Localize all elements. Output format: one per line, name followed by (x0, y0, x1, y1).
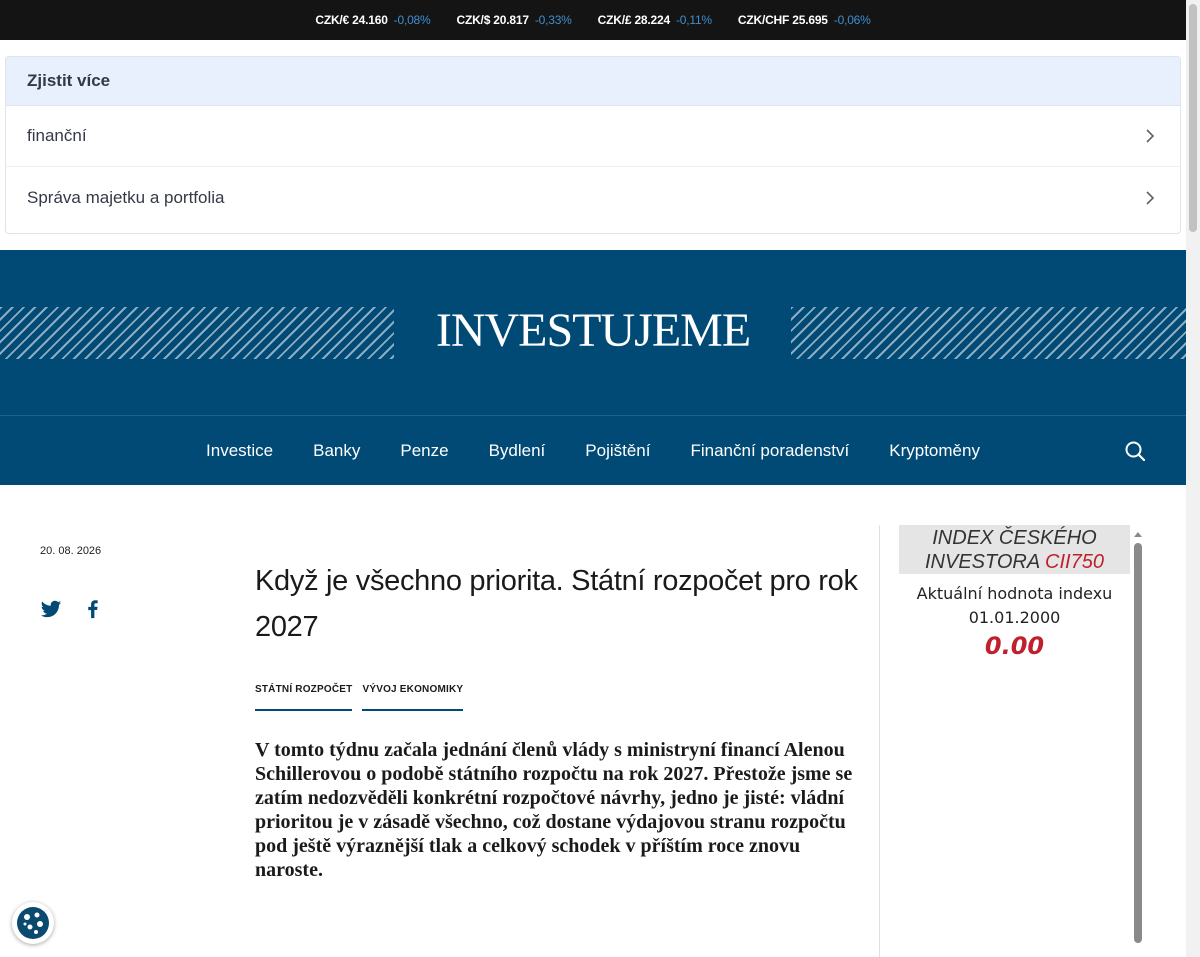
decorative-stripes (791, 307, 1186, 359)
index-widget-title: INDEX ČESKÉHO INVESTORA CII750 (899, 525, 1130, 574)
page-scrollbar-thumb[interactable] (1189, 4, 1197, 232)
ticker-item: CZK/CHF 25.695 -0,06% (738, 13, 871, 27)
index-widget-value: 0.00 (984, 632, 1045, 660)
widget-scrollbar[interactable] (1133, 529, 1143, 957)
tag-statni-rozpocet[interactable]: STÁTNÍ ROZPOČET (255, 684, 353, 711)
nav-item-bydleni[interactable]: Bydlení (489, 441, 546, 461)
nav-item-investice[interactable]: Investice (206, 441, 273, 461)
ticker-pair: CZK/$ 20.817 (456, 13, 530, 27)
ticker-pair: CZK/€ 24.160 (315, 13, 388, 27)
site-logo[interactable]: INVESTUJEME (436, 306, 751, 355)
nav-item-kryptomeny[interactable]: Kryptoměny (889, 441, 980, 461)
article-title: Když je všechno priorita. Státní rozpoče… (255, 565, 858, 643)
search-icon[interactable] (1124, 440, 1146, 462)
learn-more-title: Zjistit více (6, 57, 1180, 106)
chevron-right-icon (1146, 190, 1155, 205)
ticker-pair: CZK/CHF 25.695 (737, 13, 828, 27)
scroll-up-arrow-icon[interactable] (1133, 529, 1143, 539)
ticker-item: CZK/€ 24.160 -0,08% (315, 13, 430, 27)
facebook-icon[interactable] (82, 598, 104, 620)
ticker-change: -0,11% (675, 13, 712, 27)
main-nav: Investice Banky Penze Bydlení Pojištění … (0, 415, 1186, 485)
sidebar-divider (879, 525, 880, 957)
index-widget-date: 01.01.2000 (968, 608, 1061, 627)
learn-more-item-financni[interactable]: finanční (6, 106, 1180, 167)
currency-ticker: CZK/€ 24.160 -0,08% CZK/$ 20.817 -0,33% … (0, 0, 1186, 40)
nav-item-penze[interactable]: Penze (400, 441, 448, 461)
learn-more-item-sprava-majetku[interactable]: Správa majetku a portfolia (6, 167, 1180, 228)
learn-more-box: Zjistit více finanční Správa majetku a p… (5, 56, 1181, 234)
twitter-icon[interactable] (40, 598, 62, 620)
ticker-change: -0,06% (833, 13, 871, 27)
decorative-stripes (0, 307, 394, 359)
site-header: INVESTUJEME (0, 250, 1186, 415)
ticker-change: -0,33% (534, 13, 572, 27)
index-widget-label: Aktuální hodnota indexu (916, 584, 1113, 603)
nav-item-financni-poradenstvi[interactable]: Finanční poradenství (690, 441, 849, 461)
nav-item-banky[interactable]: Banky (313, 441, 360, 461)
learn-more-item-label: Správa majetku a portfolia (27, 187, 225, 207)
cookie-settings-button[interactable] (12, 902, 54, 944)
article-tags: STÁTNÍ ROZPOČET VÝVOJ EKONOMIKY (255, 684, 464, 711)
index-widget-title-code: CII750 (1045, 551, 1104, 573)
tag-vyvoj-ekonomiky[interactable]: VÝVOJ EKONOMIKY (362, 684, 464, 711)
page-scrollbar[interactable] (1186, 0, 1200, 957)
investor-index-widget: INDEX ČESKÉHO INVESTORA CII750 Aktuální … (899, 525, 1130, 660)
nav-item-pojisteni[interactable]: Pojištění (585, 441, 650, 461)
widget-scrollbar-thumb[interactable] (1134, 543, 1142, 943)
article-date: 20. 08. 2026 (40, 545, 102, 557)
learn-more-item-label: finanční (27, 126, 87, 145)
share-buttons (40, 598, 104, 620)
chevron-right-icon (1146, 129, 1155, 143)
ticker-pair: CZK/£ 28.224 (597, 13, 671, 27)
ticker-item: CZK/$ 20.817 -0,33% (457, 13, 572, 27)
cookie-icon (17, 907, 49, 939)
ticker-item: CZK/£ 28.224 -0,11% (598, 13, 712, 27)
ticker-change: -0,08% (393, 13, 431, 27)
article-lead: V tomto týdnu začala jednání členů vlády… (255, 739, 853, 881)
